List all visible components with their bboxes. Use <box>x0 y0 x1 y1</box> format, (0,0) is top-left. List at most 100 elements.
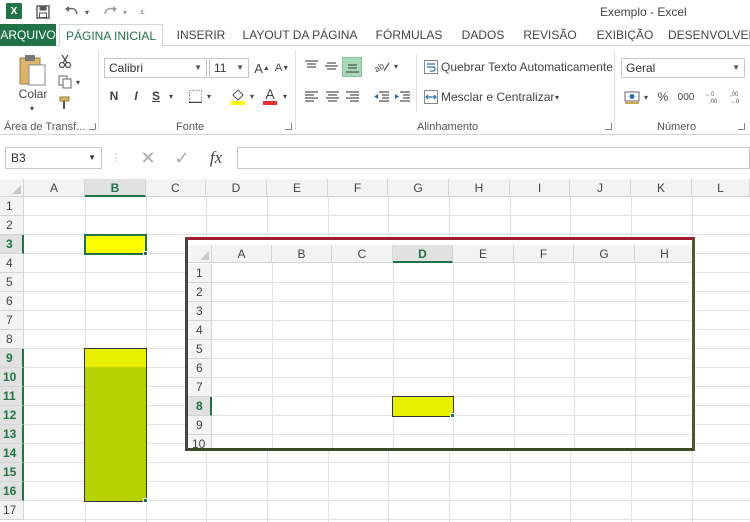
redo-dropdown-icon[interactable]: ▾ <box>120 3 130 21</box>
orientation-dropdown-icon[interactable]: ▾ <box>392 60 400 72</box>
row-header-4[interactable]: 4 <box>0 254 24 273</box>
wrap-text-button[interactable]: Quebrar Texto Automaticamente <box>441 59 613 75</box>
cut-icon[interactable] <box>56 52 74 70</box>
row-header-11[interactable]: 11 <box>0 387 24 406</box>
tab-dados[interactable]: DADOS <box>455 24 511 46</box>
borders-dropdown-icon[interactable]: ▾ <box>205 90 213 102</box>
column-header-f[interactable]: F <box>328 179 388 197</box>
alignment-launcher-icon[interactable] <box>605 123 612 130</box>
font-launcher-icon[interactable] <box>285 123 292 130</box>
column-header-l[interactable]: L <box>692 179 750 197</box>
copy-dropdown-icon[interactable]: ▾ <box>74 76 82 88</box>
row-header-5[interactable]: 5 <box>0 273 24 292</box>
clipboard-launcher-icon[interactable] <box>89 123 96 130</box>
column-header-i[interactable]: I <box>510 179 570 197</box>
paste-button[interactable]: Colar <box>14 86 52 102</box>
merge-center-icon[interactable] <box>423 89 439 105</box>
increase-decimal-icon[interactable]: ←0,00 <box>704 89 724 105</box>
shrink-font-button[interactable]: A ▼ <box>274 60 290 76</box>
row-header-9[interactable]: 9 <box>0 349 24 368</box>
fill-color-icon[interactable] <box>229 86 247 106</box>
paste-dropdown-icon[interactable]: ▾ <box>22 103 42 113</box>
increase-indent-icon[interactable] <box>393 89 411 105</box>
undo-dropdown-icon[interactable]: ▾ <box>82 3 92 21</box>
decrease-decimal-icon[interactable]: ,00 →0 <box>727 89 747 105</box>
fill-color-dropdown-icon[interactable]: ▾ <box>248 90 256 102</box>
redo-icon[interactable] <box>100 3 120 21</box>
column-header-k[interactable]: K <box>631 179 692 197</box>
undo-icon[interactable] <box>62 3 82 21</box>
tab-arquivo[interactable]: ARQUIVO <box>0 24 56 46</box>
fill-handle[interactable] <box>143 498 148 503</box>
column-header-e[interactable]: E <box>267 179 328 197</box>
borders-icon[interactable] <box>186 88 204 104</box>
merge-center-button[interactable]: Mesclar e Centralizar <box>441 89 554 105</box>
row-header-1[interactable]: 1 <box>0 197 24 216</box>
cell-b9[interactable] <box>85 349 146 367</box>
thousands-button[interactable]: 000 <box>675 89 697 105</box>
row-header-6[interactable]: 6 <box>0 292 24 311</box>
save-icon[interactable] <box>34 3 52 21</box>
font-color-dropdown-icon[interactable]: ▾ <box>281 90 289 102</box>
row-header-16[interactable]: 16 <box>0 482 24 501</box>
align-left-icon[interactable] <box>303 89 319 105</box>
tab-layout-da-pagina[interactable]: LAYOUT DA PÁGINA <box>240 24 360 46</box>
fill-handle[interactable] <box>143 251 148 256</box>
formula-input[interactable] <box>237 147 750 169</box>
row-header-17[interactable]: 17 <box>0 501 24 520</box>
format-painter-icon[interactable] <box>56 94 74 112</box>
accounting-format-icon[interactable] <box>623 89 641 105</box>
column-header-h[interactable]: H <box>449 179 510 197</box>
decrease-indent-icon[interactable] <box>372 89 390 105</box>
font-color-button[interactable]: A <box>262 86 278 106</box>
insert-function-icon[interactable]: fx <box>203 147 229 169</box>
grow-font-button[interactable]: A ▲ <box>254 60 270 76</box>
column-header-g[interactable]: G <box>388 179 449 197</box>
cancel-icon[interactable]: ✕ <box>136 148 160 168</box>
merge-dropdown-icon[interactable]: ▾ <box>552 91 562 103</box>
row-header-7[interactable]: 7 <box>0 311 24 330</box>
row-header-12[interactable]: 12 <box>0 406 24 425</box>
embedded-sheet-image[interactable]: A B C D E F G H 1 2 3 4 5 6 7 8 9 10 <box>185 237 695 451</box>
tab-formulas[interactable]: FÓRMULAS <box>370 24 448 46</box>
font-name-select[interactable]: Calibri ▼ <box>104 58 207 78</box>
number-format-select[interactable]: Geral ▼ <box>621 58 745 78</box>
column-header-c[interactable]: C <box>146 179 206 197</box>
copy-icon[interactable] <box>56 73 74 91</box>
row-header-8[interactable]: 8 <box>0 330 24 349</box>
tab-exibicao[interactable]: EXIBIÇÃO <box>590 24 660 46</box>
number-launcher-icon[interactable] <box>738 123 745 130</box>
accounting-dropdown-icon[interactable]: ▾ <box>642 91 650 103</box>
tab-pagina-inicial[interactable]: PÁGINA INICIAL <box>59 24 163 47</box>
row-header-14[interactable]: 14 <box>0 444 24 463</box>
row-header-3[interactable]: 3 <box>0 235 24 254</box>
range-b9-b16[interactable] <box>84 348 147 502</box>
tab-inserir[interactable]: INSERIR <box>170 24 232 46</box>
tab-revisao[interactable]: REVISÃO <box>518 24 582 46</box>
column-header-j[interactable]: J <box>570 179 631 197</box>
underline-dropdown-icon[interactable]: ▾ <box>166 90 176 102</box>
italic-button[interactable]: I <box>128 88 144 104</box>
align-bottom-icon[interactable] <box>342 57 362 77</box>
paste-icon[interactable] <box>14 52 50 88</box>
column-header-a[interactable]: A <box>24 179 85 197</box>
row-header-15[interactable]: 15 <box>0 463 24 482</box>
row-header-13[interactable]: 13 <box>0 425 24 444</box>
customize-icon[interactable]: ⩡ <box>136 3 148 21</box>
cell-b3[interactable] <box>84 234 147 255</box>
align-middle-icon[interactable] <box>323 58 339 74</box>
orientation-icon[interactable]: ab <box>372 58 392 74</box>
select-all-button[interactable] <box>0 179 24 197</box>
underline-button[interactable]: S <box>148 88 164 104</box>
name-box[interactable]: B3 ▼ <box>5 147 102 169</box>
font-size-select[interactable]: 11 ▼ <box>209 58 249 78</box>
bold-button[interactable]: N <box>106 88 122 104</box>
align-center-icon[interactable] <box>324 89 340 105</box>
row-header-2[interactable]: 2 <box>0 216 24 235</box>
percent-button[interactable]: % <box>655 89 671 105</box>
wrap-text-icon[interactable] <box>423 59 439 75</box>
align-right-icon[interactable] <box>344 89 360 105</box>
align-top-icon[interactable] <box>303 58 319 74</box>
column-header-b[interactable]: B <box>85 179 146 197</box>
column-header-d[interactable]: D <box>206 179 267 197</box>
